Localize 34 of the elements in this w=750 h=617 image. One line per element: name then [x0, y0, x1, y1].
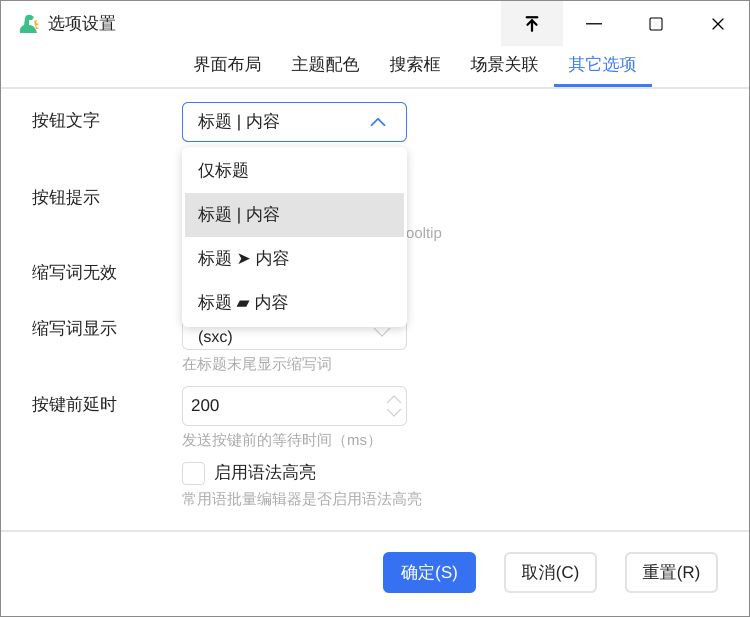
- dropdown-option[interactable]: 标题 ➤ 内容: [185, 237, 404, 281]
- maximize-icon: [648, 16, 664, 32]
- checkbox[interactable]: [182, 462, 205, 484]
- tab[interactable]: 场景关联: [456, 46, 554, 87]
- select-field[interactable]: 标题 | 内容: [182, 102, 407, 142]
- hint-text: 发送按键前的等待时间（ms）: [182, 430, 382, 450]
- dropdown-option[interactable]: 标题 | 内容: [185, 193, 404, 237]
- dropdown-option[interactable]: 仅标题: [185, 149, 404, 193]
- setting-label: 缩写词无效: [31, 262, 118, 284]
- dinosaur-logo-icon: [17, 12, 41, 34]
- dialog-button[interactable]: 重置(R): [625, 552, 718, 593]
- tab[interactable]: 搜索框: [374, 46, 456, 87]
- tab[interactable]: 主题配色: [276, 46, 374, 87]
- confirm-button[interactable]: 确定(S): [383, 552, 476, 593]
- hint-text: 在标题末尾显示缩写词: [182, 355, 332, 375]
- dialog-button[interactable]: 取消(C): [504, 552, 597, 593]
- number-value: 200: [191, 394, 220, 417]
- window-title: 选项设置: [48, 12, 116, 35]
- setting-label: 按钮文字: [31, 110, 101, 132]
- minimize-icon: [586, 22, 602, 24]
- tab[interactable]: 界面布局: [178, 46, 276, 87]
- setting-label: 缩写词显示: [31, 318, 118, 340]
- setting-label: 按钮提示: [31, 187, 101, 209]
- pin-button[interactable]: [501, 1, 563, 46]
- setting-label: 按键前延时: [31, 394, 118, 416]
- select-value: 标题 | 内容: [198, 111, 280, 134]
- hint-text: 常用语批量编辑器是否启用语法高亮: [182, 490, 423, 510]
- number-field[interactable]: 200: [182, 386, 407, 426]
- hint-text: ooltip: [406, 224, 442, 244]
- chevron-down-icon: [373, 327, 391, 337]
- tab[interactable]: 其它选项: [554, 46, 652, 87]
- pin-to-top-icon: [523, 14, 541, 32]
- select-value: (sxc): [198, 328, 233, 348]
- checkbox-label: 启用语法高亮: [214, 462, 316, 484]
